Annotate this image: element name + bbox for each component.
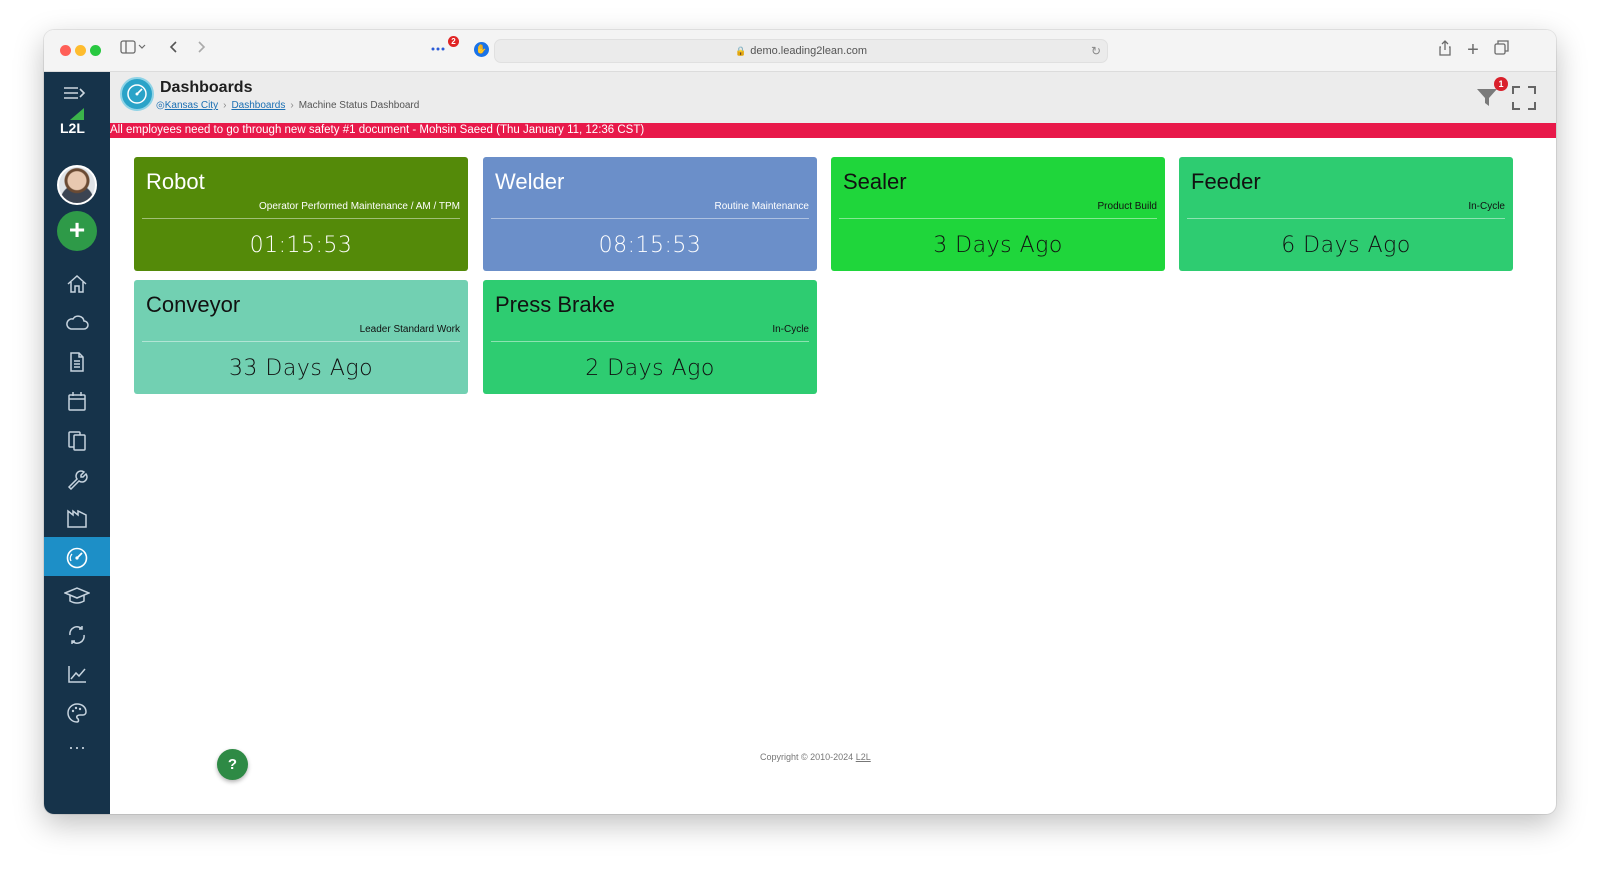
more-icon: ··· <box>68 737 86 757</box>
tile-status: Product Build <box>1097 201 1157 212</box>
address-bar[interactable]: 🔒 demo.leading2lean.com ↻ <box>494 39 1108 63</box>
clipboard-icon <box>68 431 86 451</box>
logo-text: L2L <box>60 120 85 136</box>
wrench-icon <box>67 470 88 491</box>
tile-name: Robot <box>146 169 205 194</box>
filter-badge: 1 <box>1494 77 1508 91</box>
machine-tile-robot[interactable]: Robot Operator Performed Maintenance / A… <box>134 157 468 271</box>
nav-cloud[interactable] <box>44 303 110 342</box>
add-button[interactable]: + <box>57 211 97 251</box>
home-icon <box>67 274 87 293</box>
share-icon[interactable] <box>1436 40 1454 60</box>
tabs-overview-icon[interactable] <box>1492 40 1510 60</box>
tile-time: 6 Days Ago <box>1281 233 1411 258</box>
tile-divider <box>491 341 809 342</box>
announcement-bar: All employees need to go through new saf… <box>110 123 1556 138</box>
menu-collapse-icon[interactable] <box>64 86 86 105</box>
cycle-icon <box>69 626 85 644</box>
nav-cycle[interactable] <box>44 615 110 654</box>
breadcrumb-separator: › <box>290 100 294 111</box>
breadcrumb-current: Machine Status Dashboard <box>298 100 420 111</box>
forward-icon[interactable] <box>191 40 211 60</box>
dashboard-icon <box>66 547 88 569</box>
url-text: demo.leading2lean.com <box>750 45 868 57</box>
fullscreen-icon[interactable] <box>1512 86 1536 115</box>
tile-status: Routine Maintenance <box>714 201 809 212</box>
machine-tile-welder[interactable]: Welder Routine Maintenance 08:15:53 <box>483 157 817 271</box>
globe-icon: ◎ <box>156 100 165 111</box>
calendar-icon <box>68 392 86 411</box>
logo-triangle-icon <box>70 108 84 120</box>
page-header: Dashboards ◎Kansas City › Dashboards › Machi… <box>110 72 1556 123</box>
machine-tile-press-brake[interactable]: Press Brake In-Cycle 2 Days Ago <box>483 280 817 394</box>
copyright-text: Copyright © 2010-2024 <box>760 752 854 762</box>
tile-time: 2 Days Ago <box>585 356 715 381</box>
breadcrumb-separator: › <box>223 100 227 111</box>
machine-tile-feeder[interactable]: Feeder In-Cycle 6 Days Ago <box>1179 157 1513 271</box>
extension-badge: 2 <box>448 36 459 47</box>
nav-analytics[interactable] <box>44 654 110 693</box>
user-avatar[interactable] <box>57 165 97 205</box>
tile-name: Press Brake <box>495 292 615 317</box>
tile-status: Leader Standard Work <box>359 324 460 335</box>
tile-divider <box>491 218 809 219</box>
machine-tile-sealer[interactable]: Sealer Product Build 3 Days Ago <box>831 157 1165 271</box>
tile-divider <box>142 218 460 219</box>
new-tab-icon[interactable]: + <box>1464 40 1482 60</box>
footer: Copyright © 2010-2024 L2L <box>760 752 871 762</box>
zoom-window-button[interactable] <box>90 45 101 56</box>
line-chart-icon <box>68 666 86 683</box>
tile-time: 33 Days Ago <box>228 356 374 381</box>
filter-icon[interactable] <box>1476 86 1498 113</box>
nav-documents[interactable] <box>44 342 110 381</box>
cloud-icon <box>66 315 89 330</box>
nav-production[interactable] <box>44 498 110 537</box>
dashboard-header-icon <box>120 77 154 111</box>
nav-home[interactable] <box>44 264 110 303</box>
graduation-cap-icon <box>63 587 91 604</box>
close-window-button[interactable] <box>60 45 71 56</box>
page-title: Dashboards <box>160 79 253 96</box>
nav-clipboard[interactable] <box>44 420 110 459</box>
palette-icon <box>67 703 87 723</box>
breadcrumb: ◎Kansas City › Dashboards › Machine Status D… <box>156 100 419 111</box>
back-icon[interactable] <box>164 40 184 60</box>
browser-window: 2 ✋ 🔒 demo.leading2lean.com ↻ + L2L + ··… <box>44 30 1556 814</box>
tile-time: 01:15:53 <box>249 233 353 258</box>
tile-divider <box>1187 218 1505 219</box>
sidebar-toggle-icon[interactable] <box>118 40 148 60</box>
tile-status: In-Cycle <box>1468 201 1505 212</box>
nav-more[interactable]: ··· <box>44 732 110 771</box>
machine-tile-conveyor[interactable]: Conveyor Leader Standard Work 33 Days Ag… <box>134 280 468 394</box>
factory-icon <box>67 509 87 528</box>
extension-icon[interactable] <box>429 40 447 60</box>
tile-divider <box>142 341 460 342</box>
tile-name: Welder <box>495 169 565 194</box>
sidebar-logo[interactable]: L2L <box>44 72 110 150</box>
tile-time: 3 Days Ago <box>933 233 1063 258</box>
tile-status: Operator Performed Maintenance / AM / TP… <box>258 201 460 212</box>
nav-training[interactable] <box>44 576 110 615</box>
tile-name: Sealer <box>843 169 907 194</box>
tile-time: 08:15:53 <box>598 233 702 258</box>
nav-calendar[interactable] <box>44 381 110 420</box>
privacy-extension-icon[interactable]: ✋ <box>474 42 489 57</box>
reload-icon[interactable]: ↻ <box>1091 40 1101 62</box>
lock-icon: 🔒 <box>734 46 747 56</box>
tile-status: In-Cycle <box>772 324 809 335</box>
tile-name: Feeder <box>1191 169 1261 194</box>
nav-dashboards[interactable] <box>44 537 110 576</box>
document-icon <box>70 352 84 372</box>
footer-brand-link[interactable]: L2L <box>856 752 871 762</box>
browser-toolbar: 2 ✋ 🔒 demo.leading2lean.com ↻ + <box>44 30 1556 72</box>
breadcrumb-site-link[interactable]: Kansas City <box>165 100 218 111</box>
help-button[interactable]: ? <box>217 749 248 780</box>
minimize-window-button[interactable] <box>75 45 86 56</box>
nav-maintenance[interactable] <box>44 459 110 498</box>
tile-name: Conveyor <box>146 292 241 317</box>
breadcrumb-dashboards-link[interactable]: Dashboards <box>231 100 285 111</box>
app-sidebar: L2L + ··· <box>44 72 110 814</box>
nav-customize[interactable] <box>44 693 110 732</box>
tile-divider <box>839 218 1157 219</box>
